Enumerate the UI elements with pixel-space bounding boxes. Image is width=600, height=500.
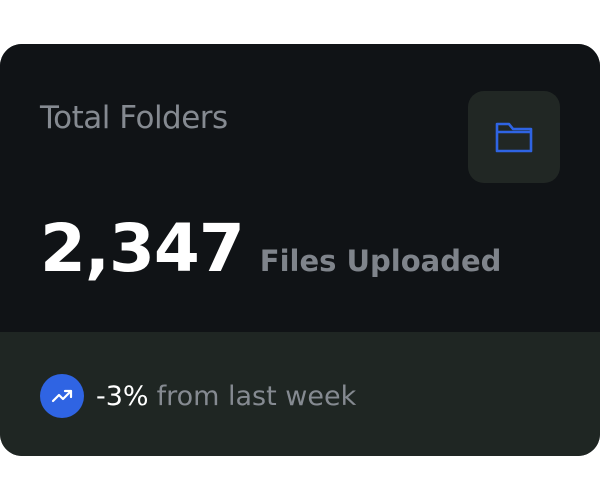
card-header-section: Total Folders 2,347 Files Uploaded [0,44,600,332]
trend-row: -3% from last week [40,374,356,418]
folder-icon [495,122,533,153]
metric-value: 2,347 [40,210,245,287]
trend-percentage: -3% [96,380,149,412]
metric-caption: Files Uploaded [259,244,502,278]
total-folders-card: Total Folders 2,347 Files Uploaded -3% f… [0,44,600,456]
trend-caption: from last week [156,380,357,412]
card-title: Total Folders [40,100,228,136]
metric-row: 2,347 Files Uploaded [40,210,501,287]
folder-icon-box [468,91,560,183]
trending-up-icon [40,374,84,418]
